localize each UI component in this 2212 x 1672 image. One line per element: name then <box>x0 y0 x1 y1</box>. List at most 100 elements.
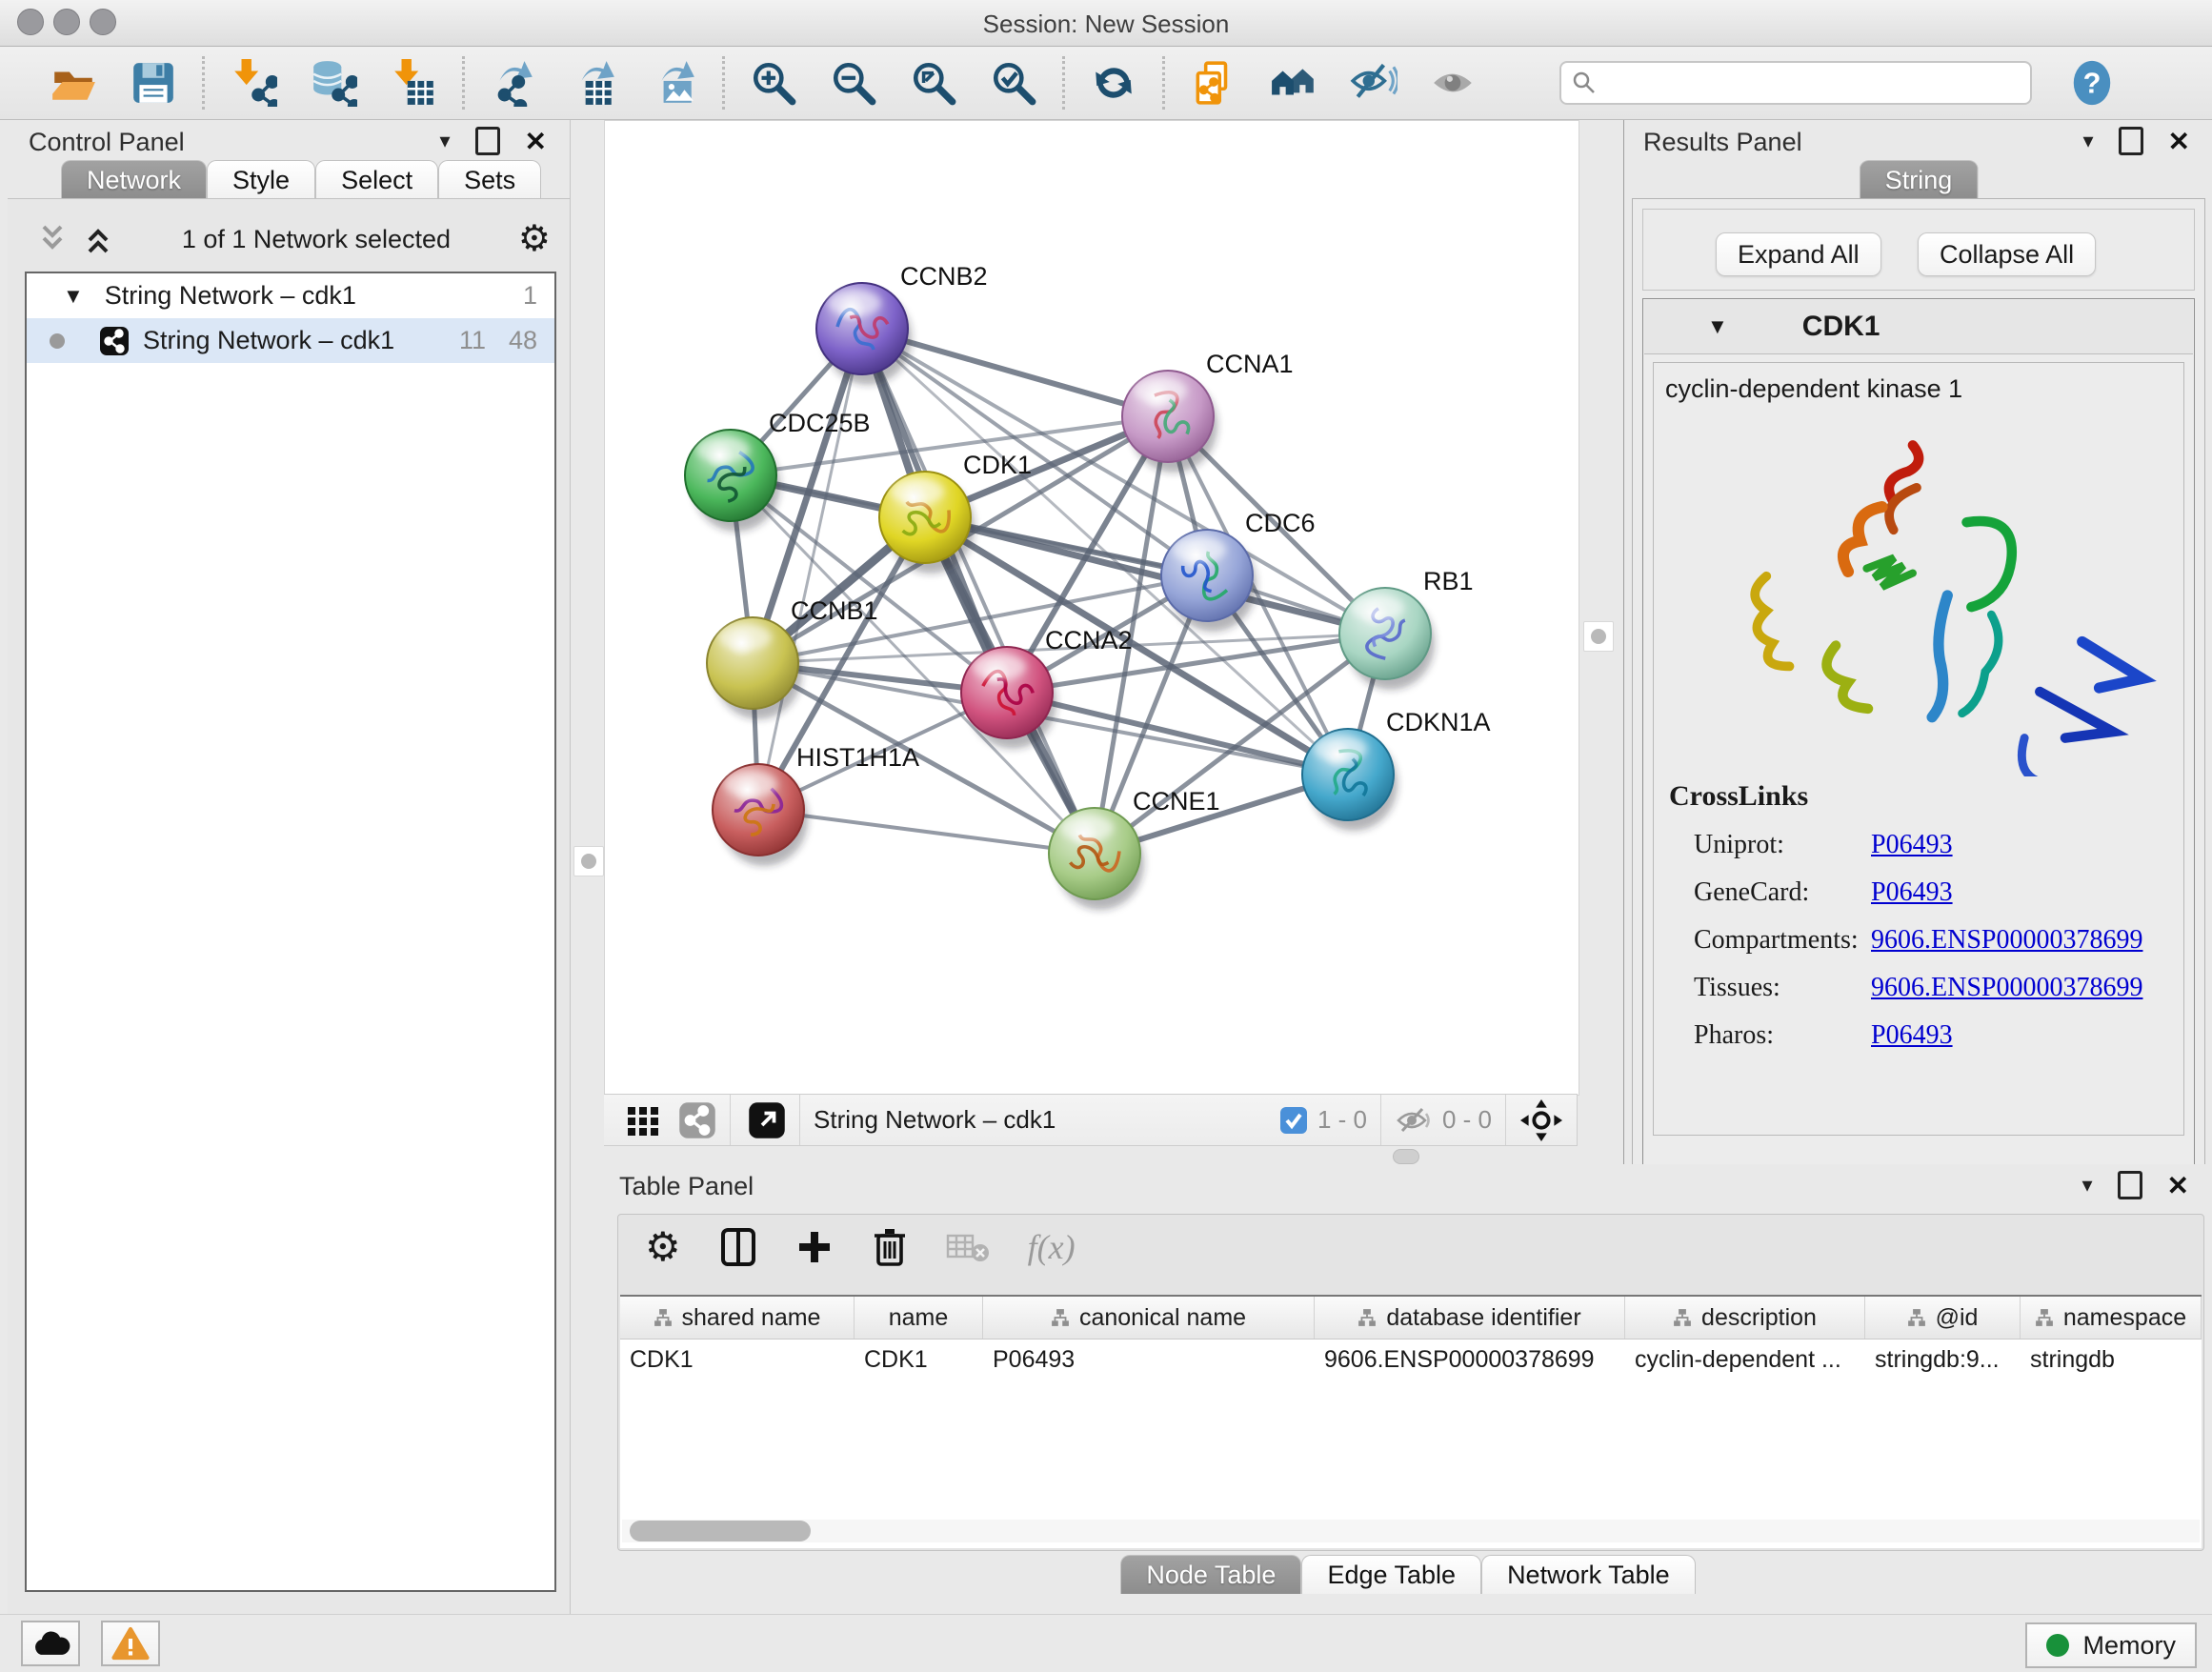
cell-canonical-name[interactable]: P06493 <box>983 1340 1315 1381</box>
left-splitter-handle[interactable] <box>573 846 604 876</box>
help-button[interactable]: ? <box>2068 59 2116 107</box>
float-panel-icon[interactable] <box>2119 127 2143 155</box>
import-network-button[interactable] <box>230 59 277 107</box>
network-edge[interactable] <box>758 329 862 810</box>
panel-menu-icon[interactable]: ▾ <box>2082 129 2093 153</box>
network-collection-row[interactable]: ▼ String Network – cdk1 1 <box>27 273 554 318</box>
tab-string[interactable]: String <box>1860 160 1979 199</box>
cell-namespace[interactable]: stringdb <box>2021 1340 2202 1381</box>
network-node[interactable]: HIST1H1A <box>713 743 919 866</box>
tab-node-table[interactable]: Node Table <box>1120 1555 1301 1594</box>
tab-sets[interactable]: Sets <box>438 160 541 199</box>
save-floppy-button[interactable] <box>130 59 177 107</box>
refresh-button[interactable] <box>1090 59 1137 107</box>
column-header-name[interactable]: name <box>855 1297 983 1339</box>
open-in-window-icon[interactable] <box>748 1101 786 1139</box>
close-panel-icon[interactable]: ✕ <box>525 126 547 157</box>
crosslink-link[interactable]: P06493 <box>1871 830 1953 860</box>
import-table-button[interactable] <box>390 59 437 107</box>
table-options-gear-icon[interactable]: ⚙ <box>645 1227 681 1267</box>
table-row[interactable]: CDK1CDK1P064939606.ENSP00000378699cyclin… <box>620 1340 2202 1381</box>
close-panel-icon[interactable]: ✕ <box>2167 1170 2189 1201</box>
search-input[interactable] <box>1598 69 2001 97</box>
crosslink-link[interactable]: 9606.ENSP00000378699 <box>1871 973 2142 1003</box>
column-header-namespace[interactable]: namespace <box>2021 1297 2202 1339</box>
close-panel-icon[interactable]: ✕ <box>2168 126 2190 157</box>
open-folder-button[interactable] <box>50 59 97 107</box>
cell--id[interactable]: stringdb:9... <box>1865 1340 2021 1381</box>
expand-all-icon[interactable] <box>82 221 114 257</box>
float-panel-icon[interactable] <box>2118 1171 2142 1199</box>
memory-button[interactable]: Memory <box>2025 1622 2197 1668</box>
collapse-all-icon[interactable] <box>36 221 69 257</box>
hide-selected-button[interactable] <box>1350 59 1398 107</box>
collapse-all-button[interactable]: Collapse All <box>1918 232 2096 276</box>
zoom-selected-button[interactable] <box>990 59 1037 107</box>
crosslink-label: Compartments: <box>1669 925 1871 956</box>
tab-select[interactable]: Select <box>315 160 438 199</box>
network-canvas[interactable]: CCNB2 CCNA1 CDC25B CDK1 CDC6 RB1 CCNB1 C… <box>604 120 1579 1096</box>
zoom-in-button[interactable] <box>750 59 797 107</box>
show-all-button[interactable] <box>1430 59 1478 107</box>
network-node[interactable]: CCNB2 <box>816 262 988 385</box>
table-panel-title: Table Panel <box>619 1172 754 1201</box>
table-hscrollbar[interactable] <box>622 1520 2200 1542</box>
network-node[interactable]: RB1 <box>1339 567 1474 690</box>
import-database-button[interactable] <box>310 59 357 107</box>
crosslink-link[interactable]: 9606.ENSP00000378699 <box>1871 925 2142 956</box>
right-splitter-handle[interactable] <box>1583 621 1614 652</box>
panel-menu-icon[interactable]: ▾ <box>2081 1173 2092 1198</box>
cloud-button[interactable] <box>21 1621 80 1666</box>
duplicate-network-button[interactable] <box>1190 59 1237 107</box>
crosslink-link[interactable]: P06493 <box>1871 877 1953 908</box>
export-table-button[interactable] <box>570 59 617 107</box>
panel-menu-icon[interactable]: ▾ <box>439 129 450 153</box>
network-node[interactable]: CCNA1 <box>1122 350 1294 473</box>
cell-description[interactable]: cyclin-dependent ... <box>1625 1340 1865 1381</box>
export-image-button[interactable] <box>650 59 697 107</box>
create-column-plus-icon[interactable] <box>795 1226 834 1268</box>
network-overview-icon[interactable] <box>678 1101 716 1139</box>
column-header-shared-name[interactable]: shared name <box>620 1297 855 1339</box>
collection-expander-icon[interactable]: ▼ <box>63 284 84 309</box>
crosslink-link[interactable]: P06493 <box>1871 1020 1953 1051</box>
network-row[interactable]: String Network – cdk1 11 48 <box>27 318 554 363</box>
column-header-canonical-name[interactable]: canonical name <box>983 1297 1315 1339</box>
memory-status-dot-icon <box>2046 1634 2069 1657</box>
search-field[interactable] <box>1559 61 2032 105</box>
table-hscrollbar-thumb[interactable] <box>630 1521 811 1541</box>
float-panel-icon[interactable] <box>475 127 500 155</box>
network-node[interactable]: CDKN1A <box>1302 708 1491 831</box>
export-network-button[interactable] <box>490 59 537 107</box>
zoom-out-button[interactable] <box>830 59 877 107</box>
birds-eye-view-icon[interactable] <box>625 1102 661 1138</box>
delete-column-trash-icon[interactable] <box>872 1226 908 1268</box>
zoom-fit-button[interactable] <box>910 59 957 107</box>
crosslink-label: GeneCard: <box>1669 877 1871 908</box>
gene-expander-icon[interactable]: ▼ <box>1707 314 1728 339</box>
column-header-database-identifier[interactable]: database identifier <box>1315 1297 1625 1339</box>
tab-network-table[interactable]: Network Table <box>1481 1555 1696 1594</box>
fit-selected-crosshair-icon[interactable] <box>1519 1098 1563 1142</box>
first-neighbors-button[interactable] <box>1270 59 1317 107</box>
column-header-description[interactable]: description <box>1625 1297 1865 1339</box>
crosslinks-title: CrossLinks <box>1669 780 2142 813</box>
network-options-gear-icon[interactable]: ⚙ <box>518 221 551 257</box>
warnings-button[interactable] <box>101 1621 160 1666</box>
horizontal-splitter-handle[interactable] <box>1393 1149 1419 1164</box>
tab-network[interactable]: Network <box>61 160 207 199</box>
warning-icon <box>111 1626 150 1661</box>
cell-database-identifier[interactable]: 9606.ENSP00000378699 <box>1315 1340 1625 1381</box>
expand-all-button[interactable]: Expand All <box>1716 232 1881 276</box>
cell-shared-name[interactable]: CDK1 <box>620 1340 855 1381</box>
cell-name[interactable]: CDK1 <box>855 1340 983 1381</box>
collection-count: 1 <box>523 281 537 311</box>
tab-edge-table[interactable]: Edge Table <box>1301 1555 1481 1594</box>
selected-nodes-checkbox-icon[interactable] <box>1279 1106 1308 1135</box>
column-header--id[interactable]: @id <box>1865 1297 2021 1339</box>
network-edge[interactable] <box>758 810 1095 854</box>
tab-style[interactable]: Style <box>207 160 315 199</box>
gene-section-header[interactable]: ▼ CDK1 <box>1644 300 2193 354</box>
show-columns-icon[interactable] <box>719 1226 757 1268</box>
network-edge[interactable] <box>862 329 1095 854</box>
